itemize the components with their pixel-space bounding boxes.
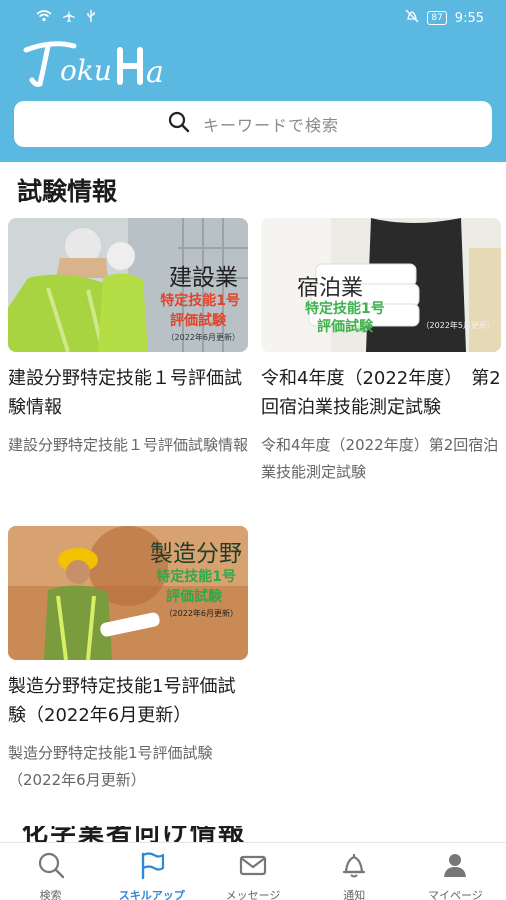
card-title[interactable]: 令和4年度（2022年度） 第2回宿泊業技能測定試験 bbox=[261, 364, 501, 422]
search-icon bbox=[36, 850, 66, 884]
airplane-icon bbox=[62, 9, 76, 27]
status-bar: 87 9:55 bbox=[0, 0, 506, 34]
flag-icon bbox=[137, 850, 167, 884]
thumb-note: （2022年6月更新） bbox=[164, 609, 238, 618]
card-description: 製造分野特定技能1号評価試験（2022年6月更新） bbox=[8, 744, 213, 789]
card-title[interactable]: 製造分野特定技能1号評価試験（2022年6月更新） bbox=[8, 672, 248, 730]
thumb-subtitle-2: 評価試験 bbox=[317, 319, 373, 335]
wifi-icon bbox=[36, 10, 52, 26]
thumb-subtitle-2: 評価試験 bbox=[170, 313, 226, 329]
thumb-subtitle-2: 評価試験 bbox=[166, 589, 222, 605]
person-icon bbox=[440, 850, 470, 884]
search-bar[interactable]: キーワードで検索 bbox=[14, 101, 492, 147]
exam-card-construction[interactable]: 建設業 特定技能1号 評価試験 （2022年6月更新） 建設分野特定技能１号評価… bbox=[8, 218, 248, 459]
card-description: 建設分野特定技能１号評価試験情報 bbox=[8, 436, 249, 454]
tab-my-page[interactable]: マイページ bbox=[405, 843, 506, 900]
card-thumbnail: 建設業 特定技能1号 評価試験 （2022年6月更新） bbox=[8, 218, 248, 352]
tab-label: 検索 bbox=[39, 889, 62, 900]
app-logo: oku a bbox=[22, 36, 182, 90]
tab-messages[interactable]: メッセージ bbox=[202, 843, 303, 900]
thumb-subtitle: 特定技能1号 bbox=[305, 301, 385, 317]
mute-icon bbox=[405, 9, 419, 27]
svg-text:oku: oku bbox=[60, 54, 112, 87]
tab-label: 通知 bbox=[343, 889, 366, 900]
tab-label: スキルアップ bbox=[118, 889, 185, 900]
exam-card-manufacturing[interactable]: 製造分野 特定技能1号 評価試験 （2022年6月更新） 製造分野特定技能1号評… bbox=[8, 526, 248, 794]
tab-label: メッセージ bbox=[225, 889, 281, 900]
thumb-title: 製造分野 bbox=[150, 541, 242, 567]
svg-text:a: a bbox=[146, 55, 164, 90]
tab-label: マイページ bbox=[428, 889, 483, 900]
tab-notifications[interactable]: 通知 bbox=[304, 843, 405, 900]
tab-search[interactable]: 検索 bbox=[0, 843, 101, 900]
thumb-subtitle: 特定技能1号 bbox=[160, 293, 240, 309]
section-title: 試験情報 bbox=[17, 177, 118, 206]
exam-card-accommodation[interactable]: 宿泊業 特定技能1号 評価試験 （2022年5月更新） 令和4年度（2022年度… bbox=[261, 218, 501, 486]
card-thumbnail: 製造分野 特定技能1号 評価試験 （2022年6月更新） bbox=[8, 526, 248, 660]
bell-icon bbox=[339, 850, 369, 884]
tab-skill-up[interactable]: スキルアップ bbox=[101, 843, 202, 900]
search-icon bbox=[167, 110, 191, 138]
bottom-tab-bar: 検索 スキルアップ メッセージ 通知 マイページ bbox=[0, 842, 506, 900]
search-placeholder: キーワードで検索 bbox=[202, 116, 339, 135]
app-header: 87 9:55 oku a キーワードで検索 bbox=[0, 0, 506, 162]
next-section-title: 化学業者向け情報 bbox=[22, 826, 246, 842]
thumb-note: （2022年6月更新） bbox=[166, 333, 240, 342]
next-section-title-text: 化学業者向け情報 bbox=[22, 826, 247, 842]
status-time: 9:55 bbox=[454, 10, 484, 26]
card-description: 令和4年度（2022年度）第2回宿泊業技能測定試験 bbox=[261, 436, 499, 481]
card-title[interactable]: 建設分野特定技能１号評価試験情報 bbox=[8, 364, 248, 422]
thumb-subtitle: 特定技能1号 bbox=[156, 569, 236, 585]
usb-icon bbox=[86, 9, 96, 27]
mail-icon bbox=[238, 850, 268, 884]
battery-indicator: 87 bbox=[427, 11, 447, 25]
thumb-note: （2022年5月更新） bbox=[421, 321, 495, 330]
card-thumbnail: 宿泊業 特定技能1号 評価試験 （2022年5月更新） bbox=[261, 218, 501, 352]
thumb-title: 建設業 bbox=[169, 265, 238, 291]
